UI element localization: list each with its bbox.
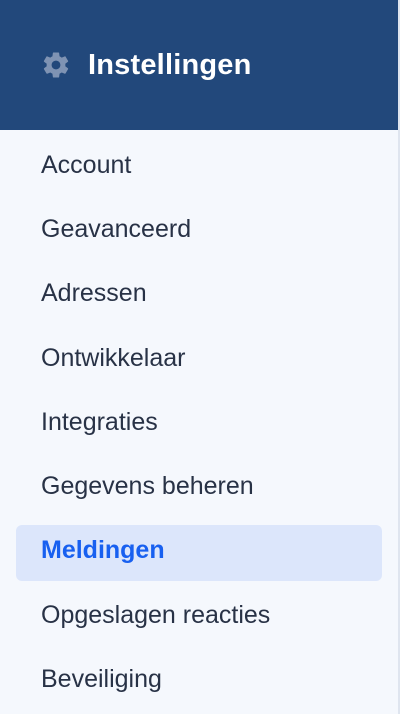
sidebar-item-beveiliging[interactable]: Beveiliging xyxy=(0,647,398,711)
sidebar-item-label: Meldingen xyxy=(41,536,165,565)
sidebar-item-label: Adressen xyxy=(41,279,147,308)
sidebar-item-account[interactable]: Account xyxy=(0,133,398,197)
sidebar-item-meldingen[interactable]: Meldingen xyxy=(0,519,398,583)
page-title: Instellingen xyxy=(88,48,252,81)
sidebar-item-ontwikkelaar[interactable]: Ontwikkelaar xyxy=(0,326,398,390)
sidebar-item-integraties[interactable]: Integraties xyxy=(0,390,398,454)
sidebar-item-opgeslagen-reacties[interactable]: Opgeslagen reacties xyxy=(0,583,398,647)
sidebar-item-gegevens-beheren[interactable]: Gegevens beheren xyxy=(0,454,398,518)
sidebar-item-label: Beveiliging xyxy=(41,665,162,694)
sidebar-item-label: Ontwikkelaar xyxy=(41,343,186,372)
sidebar-item-label: Account xyxy=(41,150,132,179)
settings-sidebar: Instellingen Account Geavanceerd Adresse… xyxy=(0,0,400,714)
sidebar-item-label: Integraties xyxy=(41,407,158,436)
sidebar-item-adressen[interactable]: Adressen xyxy=(0,262,398,326)
sidebar-item-label: Geavanceerd xyxy=(41,214,192,243)
gear-icon xyxy=(40,49,72,81)
sidebar-item-geavanceerd[interactable]: Geavanceerd xyxy=(0,197,398,261)
sidebar-item-label: Gegevens beheren xyxy=(41,472,254,501)
settings-header: Instellingen xyxy=(0,0,398,130)
settings-menu: Account Geavanceerd Adressen Ontwikkelaa… xyxy=(0,130,398,712)
sidebar-item-label: Opgeslagen reacties xyxy=(41,600,271,629)
